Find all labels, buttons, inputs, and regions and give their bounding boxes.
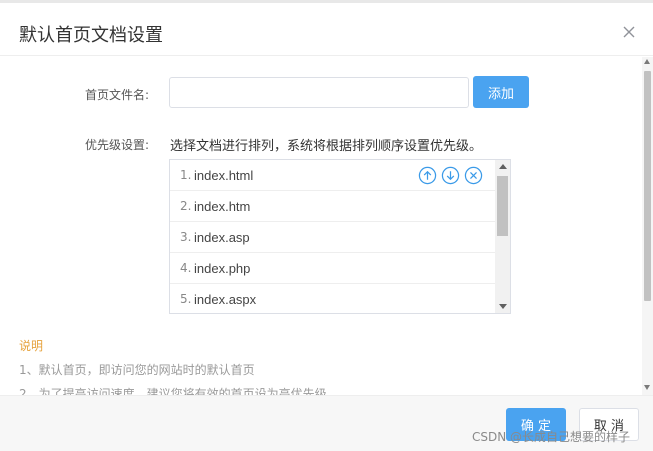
close-icon[interactable] [620,23,638,41]
note-item: 1、默认首页，即访问您的网站时的默认首页 [19,363,255,377]
list-item-name: index.htm [194,199,251,214]
list-scrollbar[interactable] [495,160,510,313]
note-item: 2、为了提高访问速度，建议您将有效的首页设为高优先级 [19,387,327,395]
scroll-down-arrow-icon[interactable] [644,385,650,390]
dialog-title: 默认首页文档设置 [19,25,163,46]
add-button[interactable]: 添加 [473,76,529,108]
arrow-up-circle-icon[interactable] [418,166,437,185]
scroll-up-arrow-icon[interactable] [644,59,650,64]
priority-hint: 选择文档进行排列，系统将根据排列顺序设置优先级。 [170,139,483,154]
list-item-number: 2. [180,199,192,213]
watermark: CSDN @长成自己想要的样子 [472,430,631,444]
filename-label: 首页文件名: [85,88,150,102]
list-item-number: 1. [180,168,192,182]
list-item-name: index.php [194,261,251,276]
list-item-number: 5. [180,292,192,306]
arrow-down-circle-icon[interactable] [441,166,460,185]
list-item[interactable]: 2. index.htm [170,191,495,222]
list-item[interactable]: 3. index.asp [170,222,495,253]
list-item[interactable]: 4. index.php [170,253,495,284]
dialog-scrollbar-thumb[interactable] [644,71,651,301]
priority-label: 优先级设置: [85,138,150,152]
close-circle-icon[interactable] [464,166,483,185]
list-item-name: index.html [194,168,254,183]
list-item-number: 3. [180,230,192,244]
list-item-number: 4. [180,261,192,275]
list-item[interactable]: 5. index.aspx [170,284,495,313]
list-scrollbar-thumb[interactable] [497,176,508,236]
default-index-dialog: 默认首页文档设置 首页文件名: 添加 优先级设置: 选择文档进行排列，系统将根据… [0,0,653,451]
list-item[interactable]: 1. index.html [170,160,495,191]
dialog-header: 默认首页文档设置 [0,3,653,56]
index-file-list[interactable]: 1. index.html 2. index.htm 3. index.asp … [169,159,511,314]
scroll-down-arrow-icon[interactable] [499,304,507,309]
list-item-name: index.asp [194,230,250,245]
dialog-body: 首页文件名: 添加 优先级设置: 选择文档进行排列，系统将根据排列顺序设置优先级… [0,57,642,395]
scroll-up-arrow-icon[interactable] [499,164,507,169]
notes-title: 说明 [19,339,44,353]
dialog-scrollbar[interactable] [642,57,653,395]
list-item-name: index.aspx [194,292,257,307]
dialog-footer: 确 定 取 消 CSDN @长成自己想要的样子 [0,395,653,451]
filename-input[interactable] [169,77,469,108]
